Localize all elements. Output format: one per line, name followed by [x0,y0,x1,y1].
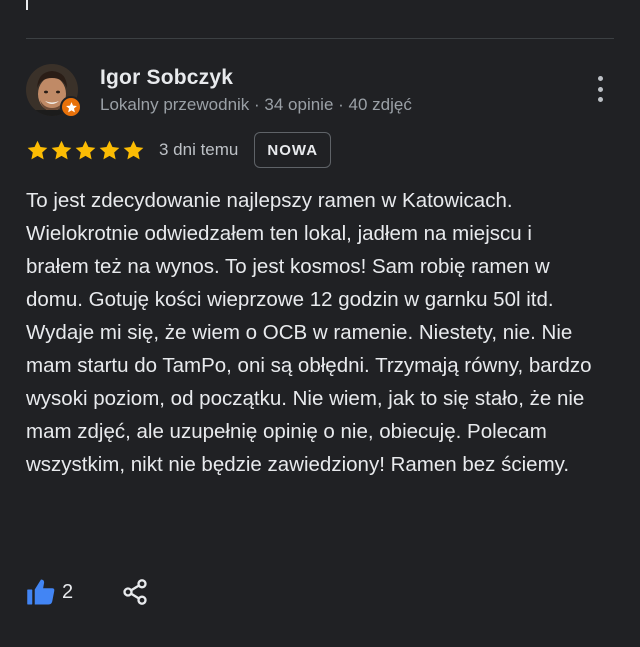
star-rating [26,139,145,162]
like-button[interactable]: 2 [26,577,73,607]
scroll-edge-marker [26,0,28,10]
review-text: To jest zdecydowanie najlepszy ramen w K… [26,189,592,476]
author-name[interactable]: Igor Sobczyk [100,66,233,90]
star-icon [27,140,48,159]
new-badge: NOWA [254,132,332,168]
review-actions: 2 [26,572,149,612]
local-guide-badge [60,96,82,118]
rating-row: 3 dni temu NOWA [26,132,332,168]
thumbs-up-icon [27,579,55,605]
more-vertical-icon[interactable] [590,76,610,102]
star-icon [123,140,144,159]
star-icon [75,140,96,159]
star-icon [99,140,120,159]
author-meta: Lokalny przewodnik · 34 opinie · 40 zdję… [100,95,412,114]
like-count: 2 [62,580,74,603]
review-date: 3 dni temu [159,140,239,159]
local-guide-star-icon [65,101,77,112]
star-icon [51,140,72,159]
avatar[interactable] [26,64,82,118]
share-icon[interactable] [121,578,149,606]
review-card: Igor Sobczyk Lokalny przewodnik · 34 opi… [0,0,640,647]
divider [26,38,614,39]
